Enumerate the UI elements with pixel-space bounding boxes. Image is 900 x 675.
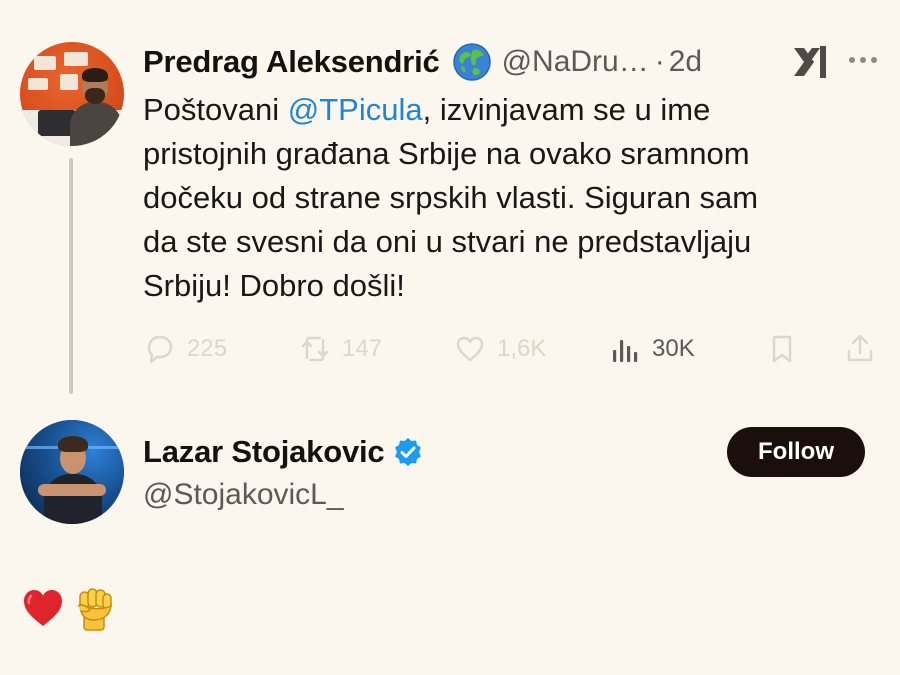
avatar[interactable] (20, 42, 124, 146)
share-icon (847, 334, 873, 362)
tweet-text-segment: , izvinjavam se u ime (422, 92, 711, 127)
author-name[interactable]: Lazar Stojakovic (143, 434, 385, 470)
retweet-count: 147 (342, 335, 383, 362)
avatar-person-body (44, 474, 102, 524)
reply-button[interactable]: 225 (143, 328, 227, 370)
avatar-poster (34, 56, 56, 70)
heart-outline-icon (456, 336, 484, 362)
tweet-text-line: dočeku od strane srpskih vlasti. Siguran… (143, 180, 759, 215)
heart-icon (24, 590, 62, 626)
more-options-icon[interactable] (846, 48, 880, 72)
reply-content (20, 584, 118, 632)
avatar-person-hands (38, 484, 106, 496)
avatar-person-beard (85, 88, 105, 104)
tweet-header: Predrag Aleksendrić @NaDru… · 2d (143, 40, 702, 84)
avatar-poster (28, 78, 48, 90)
thread-connector-line (69, 158, 73, 394)
tweet-text-line: Srbiju! Dobro došli! (143, 268, 405, 303)
views-button[interactable]: 30K (608, 328, 695, 370)
views-chart-icon (613, 340, 638, 362)
like-button[interactable]: 1,6K (453, 328, 546, 370)
tweet-action-bar: 225 147 1,6K 30K (143, 328, 883, 370)
avatar-person-hair (58, 436, 88, 452)
author-handle[interactable]: @StojakovicL_ (143, 478, 344, 512)
tweet-text-segment: Poštovani (143, 92, 288, 127)
avatar-poster (60, 74, 78, 90)
avatar-person-body (70, 102, 122, 146)
retweet-icon (301, 336, 329, 362)
views-count: 30K (652, 335, 695, 362)
avatar[interactable] (20, 420, 124, 524)
reply-count: 225 (187, 335, 228, 362)
retweet-button[interactable]: 147 (298, 328, 382, 370)
avatar-person-hair (82, 68, 108, 82)
like-count: 1,6K (497, 335, 547, 362)
bookmark-icon (772, 335, 792, 363)
reply-author-row: Lazar Stojakovic (143, 430, 424, 474)
tweet-text-line: Poštovani @TPicula, izvinjavam se u ime (143, 88, 883, 132)
tweet-text-line: pristojnih građana Srbije na ovako sramn… (143, 136, 750, 171)
avatar-poster (64, 52, 88, 66)
tweet-text-line: da ste svesni da oni u stvari ne predsta… (143, 224, 752, 259)
author-handle[interactable]: @NaDru… (502, 45, 649, 79)
share-button[interactable] (843, 328, 877, 370)
tweet-text: Poštovani @TPicula, izvinjavam se u ime … (143, 88, 883, 308)
mention-link[interactable]: @TPicula (288, 92, 423, 127)
grok-icon[interactable] (790, 44, 830, 80)
globe-icon (452, 43, 491, 81)
raised-fist-icon (77, 588, 112, 631)
author-name[interactable]: Predrag Aleksendrić (143, 44, 440, 80)
bookmark-button[interactable] (765, 328, 799, 370)
separator-dot: · (654, 45, 665, 78)
follow-button[interactable]: Follow (727, 427, 865, 477)
reply-icon (147, 335, 173, 364)
timestamp[interactable]: 2d (669, 45, 702, 79)
verified-badge-icon (395, 438, 422, 466)
